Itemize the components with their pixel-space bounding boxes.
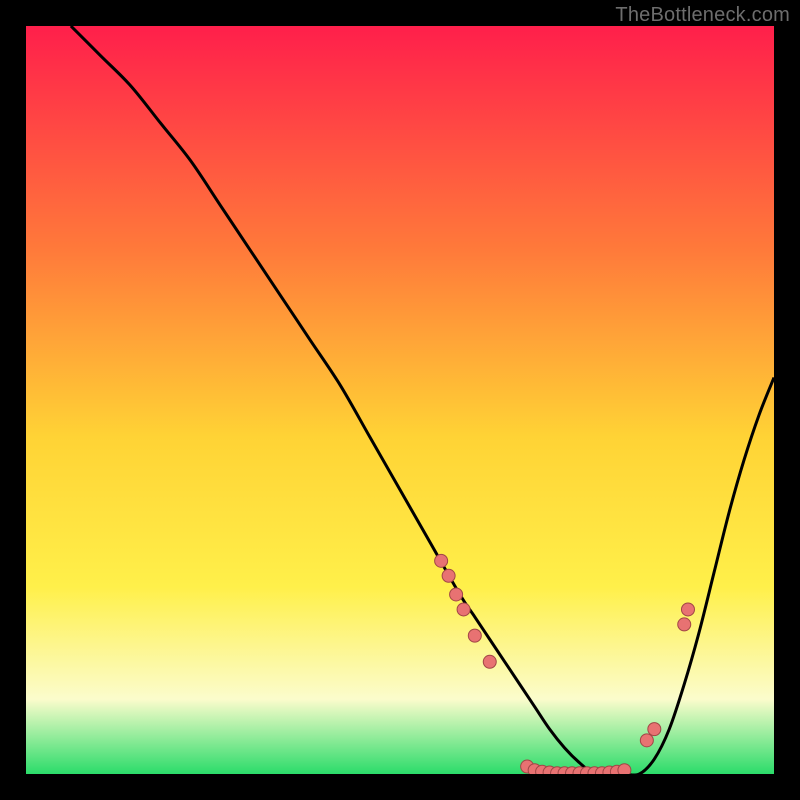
data-dot	[450, 588, 463, 601]
data-dot	[435, 554, 448, 567]
data-dot	[648, 723, 661, 736]
chart-frame	[26, 26, 774, 774]
attribution-text: TheBottleneck.com	[615, 4, 790, 27]
data-dot	[618, 764, 631, 774]
data-dot	[678, 618, 691, 631]
gradient-background	[26, 26, 774, 774]
data-dot	[483, 655, 496, 668]
data-dot	[442, 569, 455, 582]
bottleneck-chart	[26, 26, 774, 774]
data-dot	[457, 603, 470, 616]
data-dot	[681, 603, 694, 616]
data-dot	[640, 734, 653, 747]
data-dot	[468, 629, 481, 642]
